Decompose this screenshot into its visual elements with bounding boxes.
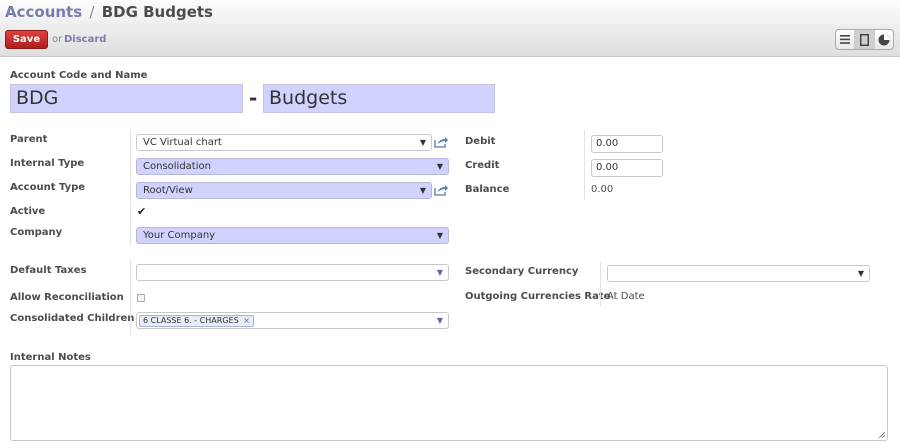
balance-label: Balance: [465, 184, 510, 195]
debit-label: Debit: [465, 136, 496, 147]
breadcrumb-accounts-link[interactable]: Accounts: [5, 3, 82, 21]
active-checkbox[interactable]: ✔: [137, 205, 146, 218]
chevron-down-icon: ▼: [436, 231, 443, 240]
outgoing-currencies-rate-label: Outgoing Currencies Rate: [465, 291, 611, 302]
chevron-down-icon: ▼: [419, 138, 426, 147]
save-button[interactable]: Save: [5, 30, 48, 49]
or-text: or: [52, 34, 63, 45]
outgoing-currencies-rate-value: At Date: [607, 291, 645, 302]
column-divider: [600, 262, 601, 307]
chevron-down-icon: ▼: [436, 162, 443, 171]
allow-reconciliation-checkbox[interactable]: [137, 294, 145, 302]
tag-label: 6 CLASSE 6. - CHARGES: [143, 316, 239, 325]
form-view-icon[interactable]: [855, 30, 875, 49]
parent-value: VC Virtual chart: [143, 137, 222, 148]
internal-type-label: Internal Type: [10, 158, 85, 169]
column-divider: [130, 130, 131, 245]
parent-label: Parent: [10, 134, 48, 145]
external-link-icon[interactable]: [434, 184, 448, 196]
secondary-currency-select[interactable]: ▼: [607, 265, 870, 282]
chevron-down-icon: ▼: [857, 269, 864, 278]
list-view-icon[interactable]: [836, 30, 856, 49]
account-name-input[interactable]: Budgets: [263, 84, 495, 113]
code-name-dash: -: [249, 86, 258, 110]
allow-reconciliation-label: Allow Reconciliation: [10, 292, 124, 303]
consolidated-children-label: Consolidated Children: [10, 313, 135, 324]
internal-type-select[interactable]: Consolidation ▼: [136, 158, 449, 175]
internal-notes-textarea[interactable]: [10, 365, 888, 441]
breadcrumb-current: BDG Budgets: [101, 3, 213, 21]
consolidated-child-tag: 6 CLASSE 6. - CHARGES ×: [139, 315, 254, 327]
balance-value: 0.00: [591, 184, 614, 195]
resize-handle-icon[interactable]: [878, 431, 885, 438]
breadcrumb-separator: /: [89, 3, 95, 21]
account-code-name-label: Account Code and Name: [10, 70, 148, 81]
active-label: Active: [10, 206, 46, 217]
credit-label: Credit: [465, 160, 500, 171]
breadcrumb: Accounts / BDG Budgets: [5, 3, 213, 21]
company-value: Your Company: [143, 230, 216, 241]
default-taxes-field[interactable]: ▼: [136, 264, 449, 281]
chevron-down-icon: ▼: [419, 186, 426, 195]
chart-view-icon[interactable]: [875, 30, 893, 49]
account-type-label: Account Type: [10, 182, 86, 193]
discard-link[interactable]: Discard: [64, 34, 106, 45]
company-label: Company: [10, 227, 63, 238]
account-code-input[interactable]: BDG: [10, 84, 243, 113]
column-divider: [584, 130, 585, 200]
account-type-select[interactable]: Root/View ▼: [136, 182, 432, 199]
secondary-currency-label: Secondary Currency: [465, 266, 579, 277]
account-type-value: Root/View: [143, 185, 193, 196]
default-taxes-label: Default Taxes: [10, 265, 87, 276]
external-link-icon[interactable]: [434, 136, 448, 148]
chevron-down-icon: ▼: [436, 268, 443, 277]
credit-input[interactable]: 0.00: [591, 159, 663, 177]
internal-notes-label: Internal Notes: [10, 352, 91, 363]
consolidated-children-field[interactable]: 6 CLASSE 6. - CHARGES × ▼: [136, 312, 449, 329]
internal-type-value: Consolidation: [143, 161, 211, 172]
control-panel: Accounts / BDG Budgets Save or Discard: [0, 0, 900, 57]
tag-remove-icon[interactable]: ×: [243, 316, 250, 325]
company-select[interactable]: Your Company ▼: [136, 227, 449, 244]
view-switcher: [835, 29, 894, 50]
chevron-down-icon: ▼: [436, 316, 443, 325]
column-divider: [130, 260, 131, 335]
debit-input[interactable]: 0.00: [591, 135, 663, 153]
parent-select[interactable]: VC Virtual chart ▼: [136, 134, 432, 151]
